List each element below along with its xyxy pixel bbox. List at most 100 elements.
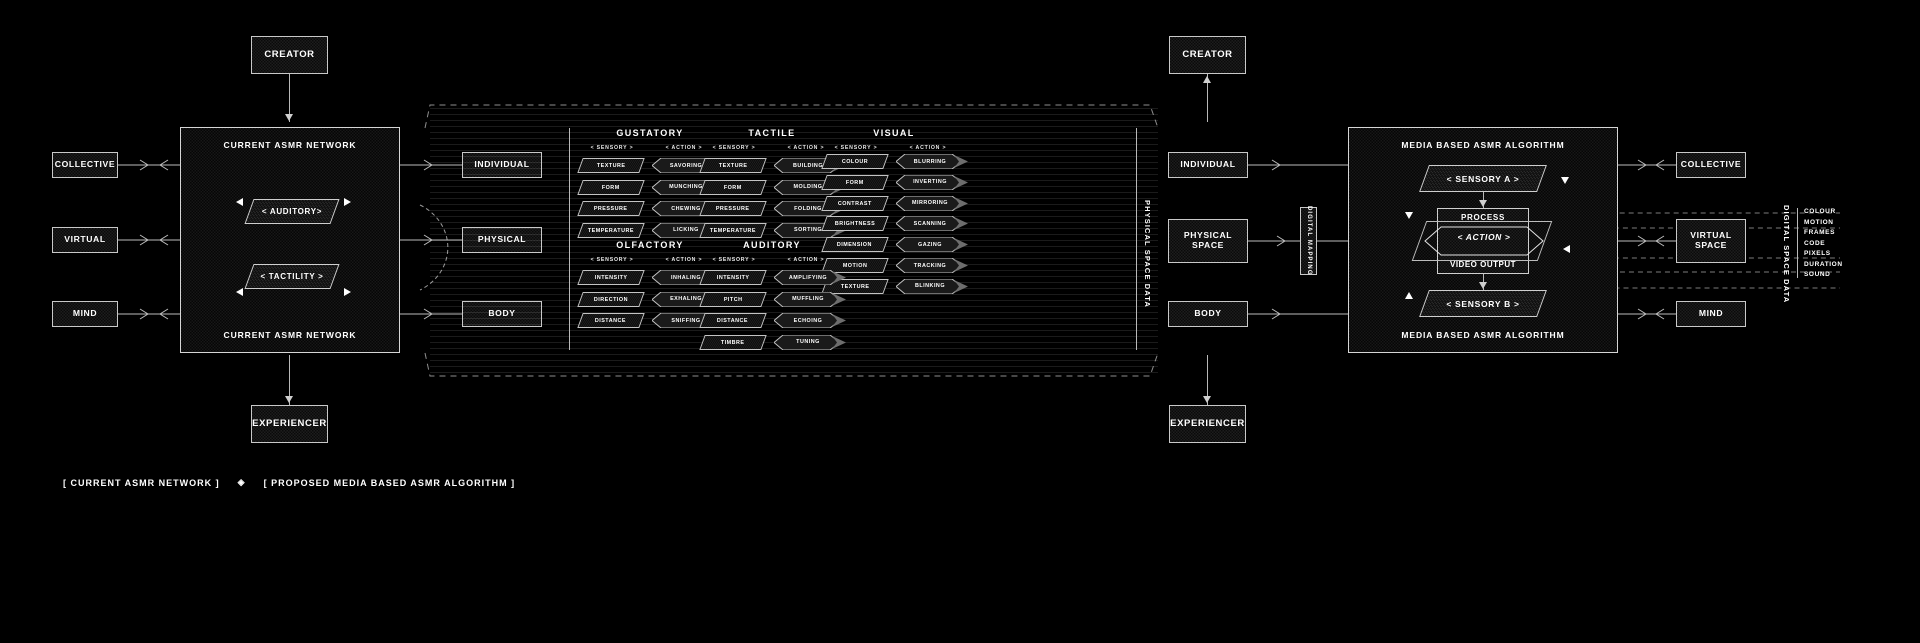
node-creator-left[interactable]: CREATOR [251, 36, 328, 74]
action-cell[interactable]: GAZING [896, 237, 968, 253]
action-cell[interactable]: TRACKING [896, 258, 968, 273]
legend-separator-icon: ◈ [237, 477, 246, 487]
node-label: VIRTUAL SPACE [1690, 230, 1732, 250]
subheader-sensory: < SENSORY > [712, 257, 756, 263]
sensory-cell[interactable]: TIMBRE [699, 334, 767, 350]
sensory-cell-label: DISTANCE [595, 317, 627, 324]
sensory-cell-label: INTENSITY [716, 274, 750, 281]
action-cell[interactable]: INVERTING [896, 174, 968, 190]
node-collective-right[interactable]: COLLECTIVE [1676, 152, 1746, 178]
sensory-cell[interactable]: PRESSURE [577, 201, 645, 216]
sensory-cell[interactable]: COLOUR [821, 154, 889, 169]
sensory-cell-label: INTENSITY [594, 274, 628, 281]
group-title-visual: VISUAL [873, 128, 915, 138]
sensory-cell[interactable]: CONTRAST [821, 195, 889, 211]
sensory-cell-label: BRIGHTNESS [834, 220, 876, 227]
legend-left-label: [ CURRENT ASMR NETWORK ] [63, 477, 220, 488]
action-cell[interactable]: BLURRING [896, 154, 968, 169]
loop-arrow-left-icon [236, 198, 243, 206]
node-label: VIRTUAL [64, 234, 106, 245]
node-mind-left[interactable]: MIND [52, 301, 118, 327]
label-digital-space-data: DIGITAL SPACE DATA [1782, 205, 1791, 304]
sensory-cell-label: FORM [602, 184, 620, 190]
action-cell[interactable]: MIRRORING [896, 195, 968, 211]
digital-space-data-item: COLOUR [1804, 208, 1836, 215]
node-mind-right[interactable]: MIND [1676, 301, 1746, 327]
action-cell-label: TRACKING [913, 262, 947, 269]
sensory-cell[interactable]: TEXTURE [577, 158, 645, 173]
action-cell-label: INVERTING [913, 179, 947, 186]
sensory-cell[interactable]: DIMENSION [821, 237, 889, 253]
loop-arrow-right-icon [344, 198, 351, 206]
node-label: CREATOR [264, 48, 315, 60]
node-collective-left[interactable]: COLLECTIVE [52, 152, 118, 178]
action-cell-label: MUNCHING [669, 184, 703, 190]
sensory-cell[interactable]: TEXTURE [699, 158, 767, 173]
sensory-cell[interactable]: BRIGHTNESS [821, 216, 889, 232]
node-individual-right[interactable]: INDIVIDUAL [1168, 152, 1248, 178]
arrow-down-icon [1203, 396, 1211, 403]
sensory-cell[interactable]: TEMPERATURE [699, 222, 767, 238]
sensory-cell[interactable]: DISTANCE [699, 313, 767, 328]
loop-arrow-right-icon [344, 288, 351, 296]
action-cell-label: AMPLIFYING [788, 274, 828, 281]
sensory-cell[interactable]: INTENSITY [577, 270, 645, 285]
node-virtual-left[interactable]: VIRTUAL [52, 227, 118, 253]
node-virtual-space-right[interactable]: VIRTUAL SPACE [1676, 219, 1746, 263]
parallelogram-auditory[interactable]: < AUDITORY> [244, 199, 340, 224]
arrow-down-icon [285, 114, 293, 121]
subheader-sensory: < SENSORY > [590, 145, 634, 151]
node-physical-space-right[interactable]: PHYSICAL SPACE [1168, 219, 1248, 263]
action-cell[interactable]: ECHOING [774, 313, 846, 328]
action-cell[interactable]: SCANNING [896, 216, 968, 232]
sensory-cell-label: PRESSURE [716, 205, 750, 212]
sensory-cell[interactable]: PRESSURE [699, 201, 767, 216]
sensory-cell-label: PITCH [723, 296, 743, 302]
action-cell-label: FOLDING [794, 205, 822, 212]
action-cell-label: GAZING [918, 241, 942, 248]
node-body-right[interactable]: BODY [1168, 301, 1248, 327]
node-experiencer-right[interactable]: EXPERIENCER [1169, 405, 1246, 443]
loop-arrow-icon [1405, 292, 1413, 299]
node-label: COLLECTIVE [54, 159, 116, 170]
action-cell[interactable]: TUNING [774, 334, 846, 350]
node-label: EXPERIENCER [252, 417, 327, 429]
action-cell[interactable]: MUFFLING [774, 291, 846, 307]
action-cell[interactable]: BLINKING [896, 278, 968, 294]
label-digital-mapping: DIGITAL MAPPING [1305, 206, 1312, 276]
node-experiencer-left[interactable]: EXPERIENCER [251, 405, 328, 443]
sensory-cell[interactable]: FORM [577, 179, 645, 195]
action-cell-label: SORTING [793, 227, 823, 233]
sensory-cell-label: FORM [846, 179, 864, 186]
group-title-gustatory: GUSTATORY [616, 128, 684, 138]
action-cell[interactable]: AMPLIFYING [774, 270, 846, 285]
digital-space-data-item: MOTION [1804, 218, 1834, 226]
sensory-cell[interactable]: DIRECTION [577, 291, 645, 307]
group-title-olfactory: OLFACTORY [616, 240, 684, 250]
node-creator-right[interactable]: CREATOR [1169, 36, 1246, 74]
action-cell-label: BLINKING [914, 283, 946, 290]
node-label: MIND [72, 308, 98, 319]
digital-space-data-list: COLOUR MOTION FRAMES CODE PIXELS DURATION SOUN… [1804, 207, 1843, 281]
group-title-auditory: AUDITORY [743, 240, 801, 250]
sensory-cell[interactable]: INTENSITY [699, 270, 767, 285]
sensory-cell[interactable]: FORM [699, 179, 767, 195]
group-title-tactile: TACTILE [748, 128, 796, 138]
parallelogram-tactility[interactable]: < TACTILITY > [244, 264, 340, 289]
action-cell-label: MOLDING [793, 184, 823, 190]
sensory-cell[interactable]: PITCH [699, 291, 767, 307]
parallelogram-sensory-b[interactable]: < SENSORY B > [1419, 290, 1547, 317]
arrow-down-icon [285, 396, 293, 403]
subheader-sensory: < SENSORY > [834, 145, 878, 151]
loop-arrow-icon [1405, 212, 1413, 219]
sensory-cell-label: TEMPERATURE [709, 227, 757, 233]
sensory-cell[interactable]: FORM [821, 174, 889, 190]
parallelogram-sensory-a[interactable]: < SENSORY A > [1419, 165, 1547, 192]
parallelogram-label: < AUDITORY> [261, 207, 323, 216]
sensory-cell[interactable]: DISTANCE [577, 313, 645, 328]
sensory-cell-label: COLOUR [841, 158, 869, 165]
action-cell-label: LICKING [673, 227, 699, 233]
sensory-cell[interactable]: TEMPERATURE [577, 222, 645, 238]
node-label: EXPERIENCER [1170, 417, 1245, 429]
sensory-cell-label: DISTANCE [717, 317, 749, 324]
